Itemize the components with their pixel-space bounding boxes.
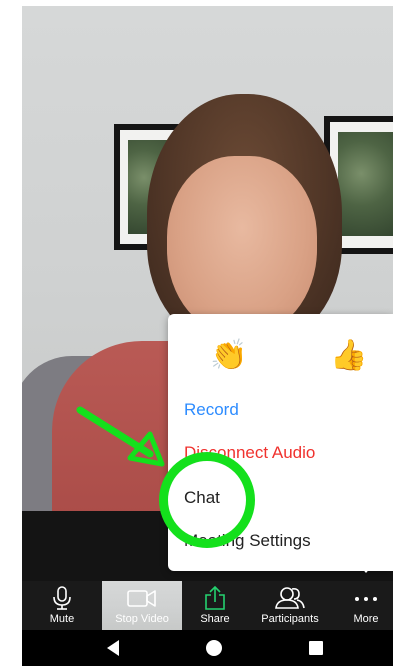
participants-icon [275, 587, 305, 609]
clap-reaction-icon[interactable]: 👏 [210, 336, 247, 376]
mute-button[interactable]: Mute [40, 581, 84, 630]
share-upload-icon [205, 586, 225, 610]
mute-label: Mute [49, 613, 75, 625]
more-button[interactable]: More [344, 581, 388, 630]
share-label: Share [200, 613, 230, 625]
menu-item-meeting-settings[interactable]: Meeting Settings [184, 529, 311, 553]
participant-face [167, 156, 317, 336]
participants-button[interactable]: Participants [254, 581, 326, 630]
stop-video-button[interactable]: Stop Video [102, 581, 182, 630]
more-menu-popup: 👏 👍 Record Disconnect Audio Chat Meeting… [168, 314, 393, 571]
meeting-toolbar: Mute Stop Video Share Participants More [22, 581, 393, 630]
more-dots-icon [355, 597, 377, 601]
share-button[interactable]: Share [194, 581, 236, 630]
recent-apps-square-icon[interactable] [306, 638, 326, 658]
android-nav-bar [22, 630, 393, 666]
phone-screen: 👏 👍 Record Disconnect Audio Chat Meeting… [22, 6, 393, 666]
thumbs-up-reaction-icon[interactable]: 👍 [330, 336, 367, 376]
video-camera-icon [127, 590, 156, 607]
participants-label: Participants [261, 613, 319, 625]
popup-pointer [359, 565, 373, 573]
more-label: More [353, 613, 379, 625]
menu-item-record[interactable]: Record [184, 398, 239, 422]
home-circle-icon[interactable] [204, 638, 224, 658]
menu-item-disconnect-audio[interactable]: Disconnect Audio [184, 441, 315, 465]
microphone-icon [53, 586, 71, 610]
stop-video-label: Stop Video [115, 613, 169, 625]
reactions-row: 👏 👍 [168, 336, 393, 380]
menu-item-chat[interactable]: Chat [184, 486, 220, 510]
back-triangle-icon[interactable] [104, 638, 124, 658]
